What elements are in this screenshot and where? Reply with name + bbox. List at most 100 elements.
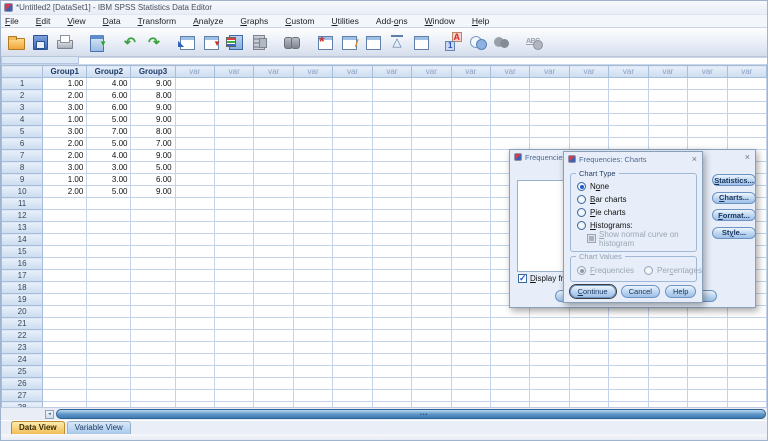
grid-cell[interactable] — [726, 113, 767, 126]
grid-cell[interactable] — [214, 197, 255, 210]
grid-cell[interactable] — [332, 317, 373, 330]
grid-cell[interactable] — [371, 185, 413, 198]
grid-cell[interactable] — [253, 185, 294, 198]
grid-cell[interactable] — [292, 161, 334, 174]
grid-cell[interactable] — [174, 341, 216, 354]
grid-cell[interactable] — [292, 77, 334, 90]
grid-cell[interactable] — [130, 221, 176, 234]
grid-cell[interactable] — [568, 317, 610, 330]
grid-cell[interactable] — [411, 137, 452, 150]
radio-frequencies[interactable]: Frequencies — [577, 265, 634, 275]
grid-cell[interactable]: 3.00 — [86, 173, 132, 186]
grid-cell[interactable] — [214, 377, 255, 390]
grid-cell[interactable] — [292, 113, 334, 126]
grid-cell[interactable] — [292, 293, 334, 306]
grid-cell[interactable]: 3.00 — [42, 125, 88, 138]
grid-cell[interactable]: 3.00 — [42, 161, 88, 174]
grid-cell[interactable] — [450, 149, 491, 162]
grid-cell[interactable] — [253, 269, 294, 282]
column-header-var[interactable]: var — [450, 65, 491, 78]
grid-cell[interactable] — [42, 341, 88, 354]
row-header[interactable]: 1 — [1, 77, 44, 90]
menu-custom[interactable]: Custom — [285, 16, 314, 26]
grid-cell[interactable]: 5.00 — [86, 137, 132, 150]
grid-cell[interactable] — [489, 377, 531, 390]
grid-cell[interactable] — [411, 365, 452, 378]
grid-cell[interactable] — [214, 113, 255, 126]
menu-view[interactable]: View — [67, 16, 85, 26]
close-icon[interactable]: × — [692, 154, 697, 164]
grid-cell[interactable] — [174, 269, 216, 282]
grid-cell[interactable] — [687, 329, 728, 342]
grid-cell[interactable] — [371, 161, 413, 174]
column-header-var[interactable]: var — [214, 65, 255, 78]
grid-cell[interactable] — [450, 329, 491, 342]
close-icon[interactable]: × — [745, 152, 750, 162]
column-header-var[interactable]: var — [253, 65, 294, 78]
grid-cell[interactable] — [726, 329, 767, 342]
grid-cell[interactable] — [130, 281, 176, 294]
grid-cell[interactable] — [647, 137, 689, 150]
grid-cell[interactable] — [253, 209, 294, 222]
grid-cell[interactable] — [292, 257, 334, 270]
row-header[interactable]: 24 — [1, 353, 44, 366]
grid-cell[interactable] — [332, 209, 373, 222]
radio-icon[interactable] — [577, 195, 586, 204]
grid-cell[interactable] — [568, 353, 610, 366]
radio-icon[interactable] — [577, 208, 586, 217]
grid-cell[interactable] — [214, 281, 255, 294]
grid-cell[interactable] — [647, 389, 689, 402]
grid-cell[interactable] — [174, 101, 216, 114]
row-header[interactable]: 18 — [1, 281, 44, 294]
grid-cell[interactable] — [332, 233, 373, 246]
grid-cell[interactable] — [174, 185, 216, 198]
scroll-left-arrow-icon[interactable]: ◂ — [45, 410, 54, 419]
grid-cell[interactable] — [253, 125, 294, 138]
grid-cell[interactable] — [130, 341, 176, 354]
grid-cell[interactable] — [687, 101, 728, 114]
goto-case-button[interactable] — [175, 30, 199, 54]
grid-cell[interactable]: 1.00 — [42, 173, 88, 186]
grid-cell[interactable] — [130, 209, 176, 222]
grid-cell[interactable] — [371, 137, 413, 150]
grid-cell[interactable] — [332, 293, 373, 306]
grid-cell[interactable] — [174, 77, 216, 90]
grid-cell[interactable] — [450, 173, 491, 186]
grid-cell[interactable] — [450, 185, 491, 198]
grid-cell[interactable] — [371, 377, 413, 390]
grid-cell[interactable] — [292, 377, 334, 390]
grid-cell[interactable] — [411, 209, 452, 222]
split-file-button[interactable] — [361, 30, 385, 54]
grid-cell[interactable] — [529, 365, 570, 378]
grid-cell[interactable] — [86, 233, 132, 246]
grid-cell[interactable] — [253, 149, 294, 162]
grid-cell[interactable] — [450, 77, 491, 90]
grid-cell[interactable] — [42, 245, 88, 258]
radio-percentages[interactable]: Percentages — [644, 265, 702, 275]
grid-cell[interactable] — [214, 329, 255, 342]
grid-cell[interactable] — [411, 305, 452, 318]
row-header[interactable]: 22 — [1, 329, 44, 342]
grid-cell[interactable] — [608, 77, 649, 90]
grid-cell[interactable] — [174, 281, 216, 294]
grid-cell[interactable] — [86, 317, 132, 330]
menu-data[interactable]: Data — [103, 16, 121, 26]
grid-cell[interactable] — [292, 317, 334, 330]
grid-cell[interactable] — [86, 329, 132, 342]
grid-cell[interactable] — [371, 113, 413, 126]
grid-cell[interactable] — [86, 293, 132, 306]
grid-cell[interactable] — [214, 233, 255, 246]
grid-cell[interactable] — [489, 353, 531, 366]
grid-cell[interactable] — [411, 341, 452, 354]
grid-cell[interactable] — [130, 269, 176, 282]
grid-cell[interactable] — [42, 281, 88, 294]
grid-cell[interactable]: 6.00 — [86, 101, 132, 114]
grid-cell[interactable] — [214, 101, 255, 114]
column-header-var[interactable]: var — [529, 65, 570, 78]
grid-cell[interactable] — [568, 377, 610, 390]
grid-cell[interactable] — [174, 317, 216, 330]
grid-cell[interactable] — [647, 377, 689, 390]
radio-none[interactable]: None — [571, 180, 696, 193]
grid-cell[interactable] — [647, 353, 689, 366]
column-header-var[interactable]: var — [608, 65, 649, 78]
